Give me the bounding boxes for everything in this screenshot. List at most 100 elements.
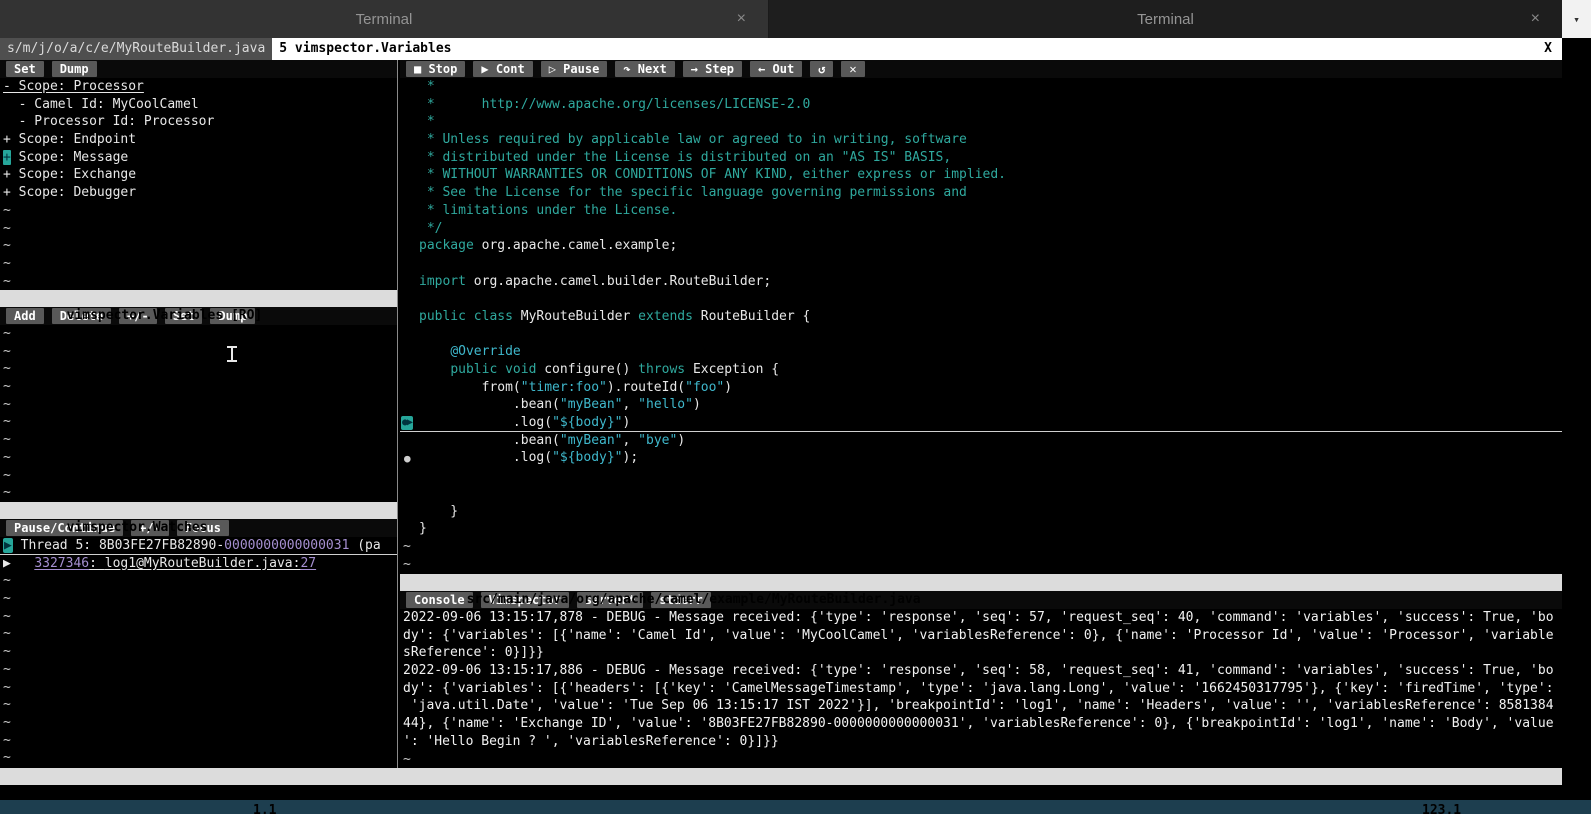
bottom-scrollbar[interactable] <box>0 800 1591 814</box>
buffer-line[interactable]: * distributed under the License is distr… <box>400 149 1562 167</box>
terminal-tab-dropdown[interactable]: ▾ <box>1562 0 1591 38</box>
filler-line: ~ <box>0 202 397 220</box>
buffer-line[interactable]: } <box>400 520 1562 538</box>
buffer-line[interactable]: + Scope: Exchange <box>0 166 397 184</box>
buffer-line[interactable]: ▶ 3327346: log1@MyRouteBuilder.java:27 <box>0 555 397 573</box>
buffer-line[interactable]: 44}, {'name': 'Exchange ID', 'value': '8… <box>400 715 1562 733</box>
tabline-fill <box>458 38 1534 60</box>
buffer-line[interactable]: ●▶ .log("${body}") <box>400 414 1562 432</box>
filler-line: ~ <box>0 749 397 767</box>
buffer-name: _vimspector_log_Vimspector <box>451 786 655 801</box>
step-into-button[interactable]: → Step <box>683 61 742 77</box>
buffer-line[interactable]: 2022-09-06 13:15:17,878 - DEBUG - Messag… <box>400 609 1562 627</box>
buffer-line[interactable]: * WITHOUT WARRANTIES OR CONDITIONS OF AN… <box>400 166 1562 184</box>
watches-buffer[interactable]: ~~~~~~~~~~ <box>0 325 397 502</box>
terminal-tab-inactive[interactable]: Terminal × <box>0 0 769 38</box>
bottom-statuslines: vimspector.StackTrace [RO] 1,1 All _vims… <box>0 768 1562 785</box>
set-button[interactable]: Set <box>6 61 44 77</box>
buffer-line[interactable]: 2022-09-06 13:15:17,886 - DEBUG - Messag… <box>400 662 1562 680</box>
buffer-line[interactable]: * See the License for the specific langu… <box>400 184 1562 202</box>
program-counter-sign: ●▶ <box>401 416 413 430</box>
dump-button[interactable]: Dump <box>52 61 97 77</box>
filler-line: ~ <box>0 625 397 643</box>
terminal-tab-title: Terminal <box>1137 11 1194 28</box>
buffer-line[interactable]: package org.apache.camel.example; <box>400 237 1562 255</box>
close-icon[interactable]: × <box>1531 10 1540 28</box>
buffer-line[interactable]: dy': {'variables': [{'headers': [{'key':… <box>400 680 1562 698</box>
buffer-name: vimspector.Variables [RO] <box>67 308 263 323</box>
pause-button[interactable]: ▷ Pause <box>541 61 608 77</box>
filler-line: ~ <box>0 343 397 361</box>
console-buffer[interactable]: 2022-09-06 13:15:17,878 - DEBUG - Messag… <box>400 609 1562 768</box>
continue-button[interactable]: ▶ Cont <box>473 61 532 77</box>
code-statusline: src/main/java/org/apache/camel/example/M… <box>400 574 1562 591</box>
buffer-line[interactable]: * <box>400 113 1562 131</box>
buffer-line[interactable]: ▶ Thread 5: 8B03FE27FB82890-000000000000… <box>0 537 397 555</box>
step-over-icon: ↷ <box>623 62 630 76</box>
filler-line: ~ <box>0 378 397 396</box>
tab-vimspector-variables[interactable]: 5 vimspector.Variables <box>272 38 458 60</box>
filler-line: ~ <box>0 220 397 238</box>
buffer-line[interactable]: import org.apache.camel.builder.RouteBui… <box>400 273 1562 291</box>
restart-button[interactable]: ↺ <box>810 61 833 77</box>
step-out-button[interactable]: ← Out <box>750 61 802 77</box>
buffer-line[interactable]: + Scope: Endpoint <box>0 131 397 149</box>
stacktrace-statusline: vimspector.StackTrace [RO] 1,1 All <box>0 768 400 785</box>
buffer-line <box>400 255 1562 273</box>
buffer-line[interactable]: .bean("myBean", "hello") <box>400 396 1562 414</box>
buffer-line[interactable]: - Camel Id: MyCoolCamel <box>0 96 397 114</box>
buffer-line[interactable]: - Scope: Processor <box>0 78 397 96</box>
variables-buffer[interactable]: - Scope: Processor - Camel Id: MyCoolCam… <box>0 78 397 290</box>
filler-line: ~ <box>0 360 397 378</box>
buffer-line[interactable]: public class MyRouteBuilder extends Rout… <box>400 308 1562 326</box>
buffer-line <box>400 467 1562 485</box>
code-buffer[interactable]: * * http://www.apache.org/licenses/LICEN… <box>400 78 1562 574</box>
buffer-line[interactable]: from("timer:foo").routeId("foo") <box>400 379 1562 397</box>
buffer-line[interactable]: * http://www.apache.org/licenses/LICENSE… <box>400 96 1562 114</box>
buffer-line[interactable]: + Scope: Debugger <box>0 184 397 202</box>
buffer-line[interactable]: ': 'Hello Begin ? ', 'variablesReference… <box>400 733 1562 751</box>
left-column: Set Dump - Scope: Processor - Camel Id: M… <box>0 60 397 768</box>
buffer-line[interactable]: .bean("myBean", "bye") <box>400 432 1562 450</box>
filler-line: ~ <box>0 608 397 626</box>
buffer-line <box>400 326 1562 344</box>
terminal-tab-bar: Terminal × Terminal × ▾ <box>0 0 1591 38</box>
filler-line: ~ <box>0 643 397 661</box>
stop-button[interactable]: ■ Stop <box>406 61 465 77</box>
buffer-line[interactable]: * limitations under the License. <box>400 202 1562 220</box>
restart-icon: ↺ <box>818 62 825 76</box>
buffer-name: vimspector.StackTrace [RO] <box>51 786 255 801</box>
terminal-tab-title: Terminal <box>356 11 413 28</box>
filler-line: ~ <box>400 556 1562 574</box>
close-icon[interactable]: × <box>737 10 746 28</box>
close-icon: ✕ <box>849 62 856 76</box>
buffer-line[interactable]: @Override <box>400 343 1562 361</box>
step-over-button[interactable]: ↷ Next <box>615 61 674 77</box>
filler-line: ~ <box>0 661 397 679</box>
terminal-tab-active[interactable]: Terminal × <box>769 0 1562 38</box>
buffer-line[interactable]: dy': {'variables': [{'name': 'Camel Id',… <box>400 627 1562 645</box>
buffer-line[interactable]: 'java.util.Date', 'value': 'Tue Sep 06 1… <box>400 697 1562 715</box>
tab-myroutebuilder-java[interactable]: s/m/j/o/a/c/e/MyRouteBuilder.java <box>0 38 272 60</box>
tabline-close-button[interactable]: X <box>1534 38 1562 60</box>
buffer-name: src/main/java/org/apache/camel/example/M… <box>467 592 921 607</box>
play-icon: ▶ <box>481 62 488 76</box>
buffer-line[interactable]: public void configure() throws Exception… <box>400 361 1562 379</box>
filler-line: ~ <box>400 751 1562 769</box>
buffer-line[interactable]: } <box>400 503 1562 521</box>
close-debugger-button[interactable]: ✕ <box>841 61 864 77</box>
buffer-line[interactable]: + Scope: Message <box>0 149 397 167</box>
stacktrace-buffer[interactable]: ▶ Thread 5: 8B03FE27FB82890-000000000000… <box>0 537 397 768</box>
filler-line: ~ <box>0 413 397 431</box>
buffer-line[interactable]: sReference': 0}]}} <box>400 644 1562 662</box>
screen: Terminal × Terminal × ▾ s/m/j/o/a/c/e/My… <box>0 0 1591 814</box>
buffer-line[interactable]: */ <box>400 220 1562 238</box>
buffer-line[interactable]: * <box>400 78 1562 96</box>
buffer-line[interactable]: - Processor Id: Processor <box>0 113 397 131</box>
buffer-line <box>400 485 1562 503</box>
buffer-line[interactable]: ● .log("${body}"); <box>400 449 1562 467</box>
buffer-line[interactable]: * Unless required by applicable law or a… <box>400 131 1562 149</box>
chevron-down-icon: ▾ <box>1573 13 1580 26</box>
breakpoint-sign: ● <box>404 450 411 468</box>
filler-line: ~ <box>0 484 397 502</box>
